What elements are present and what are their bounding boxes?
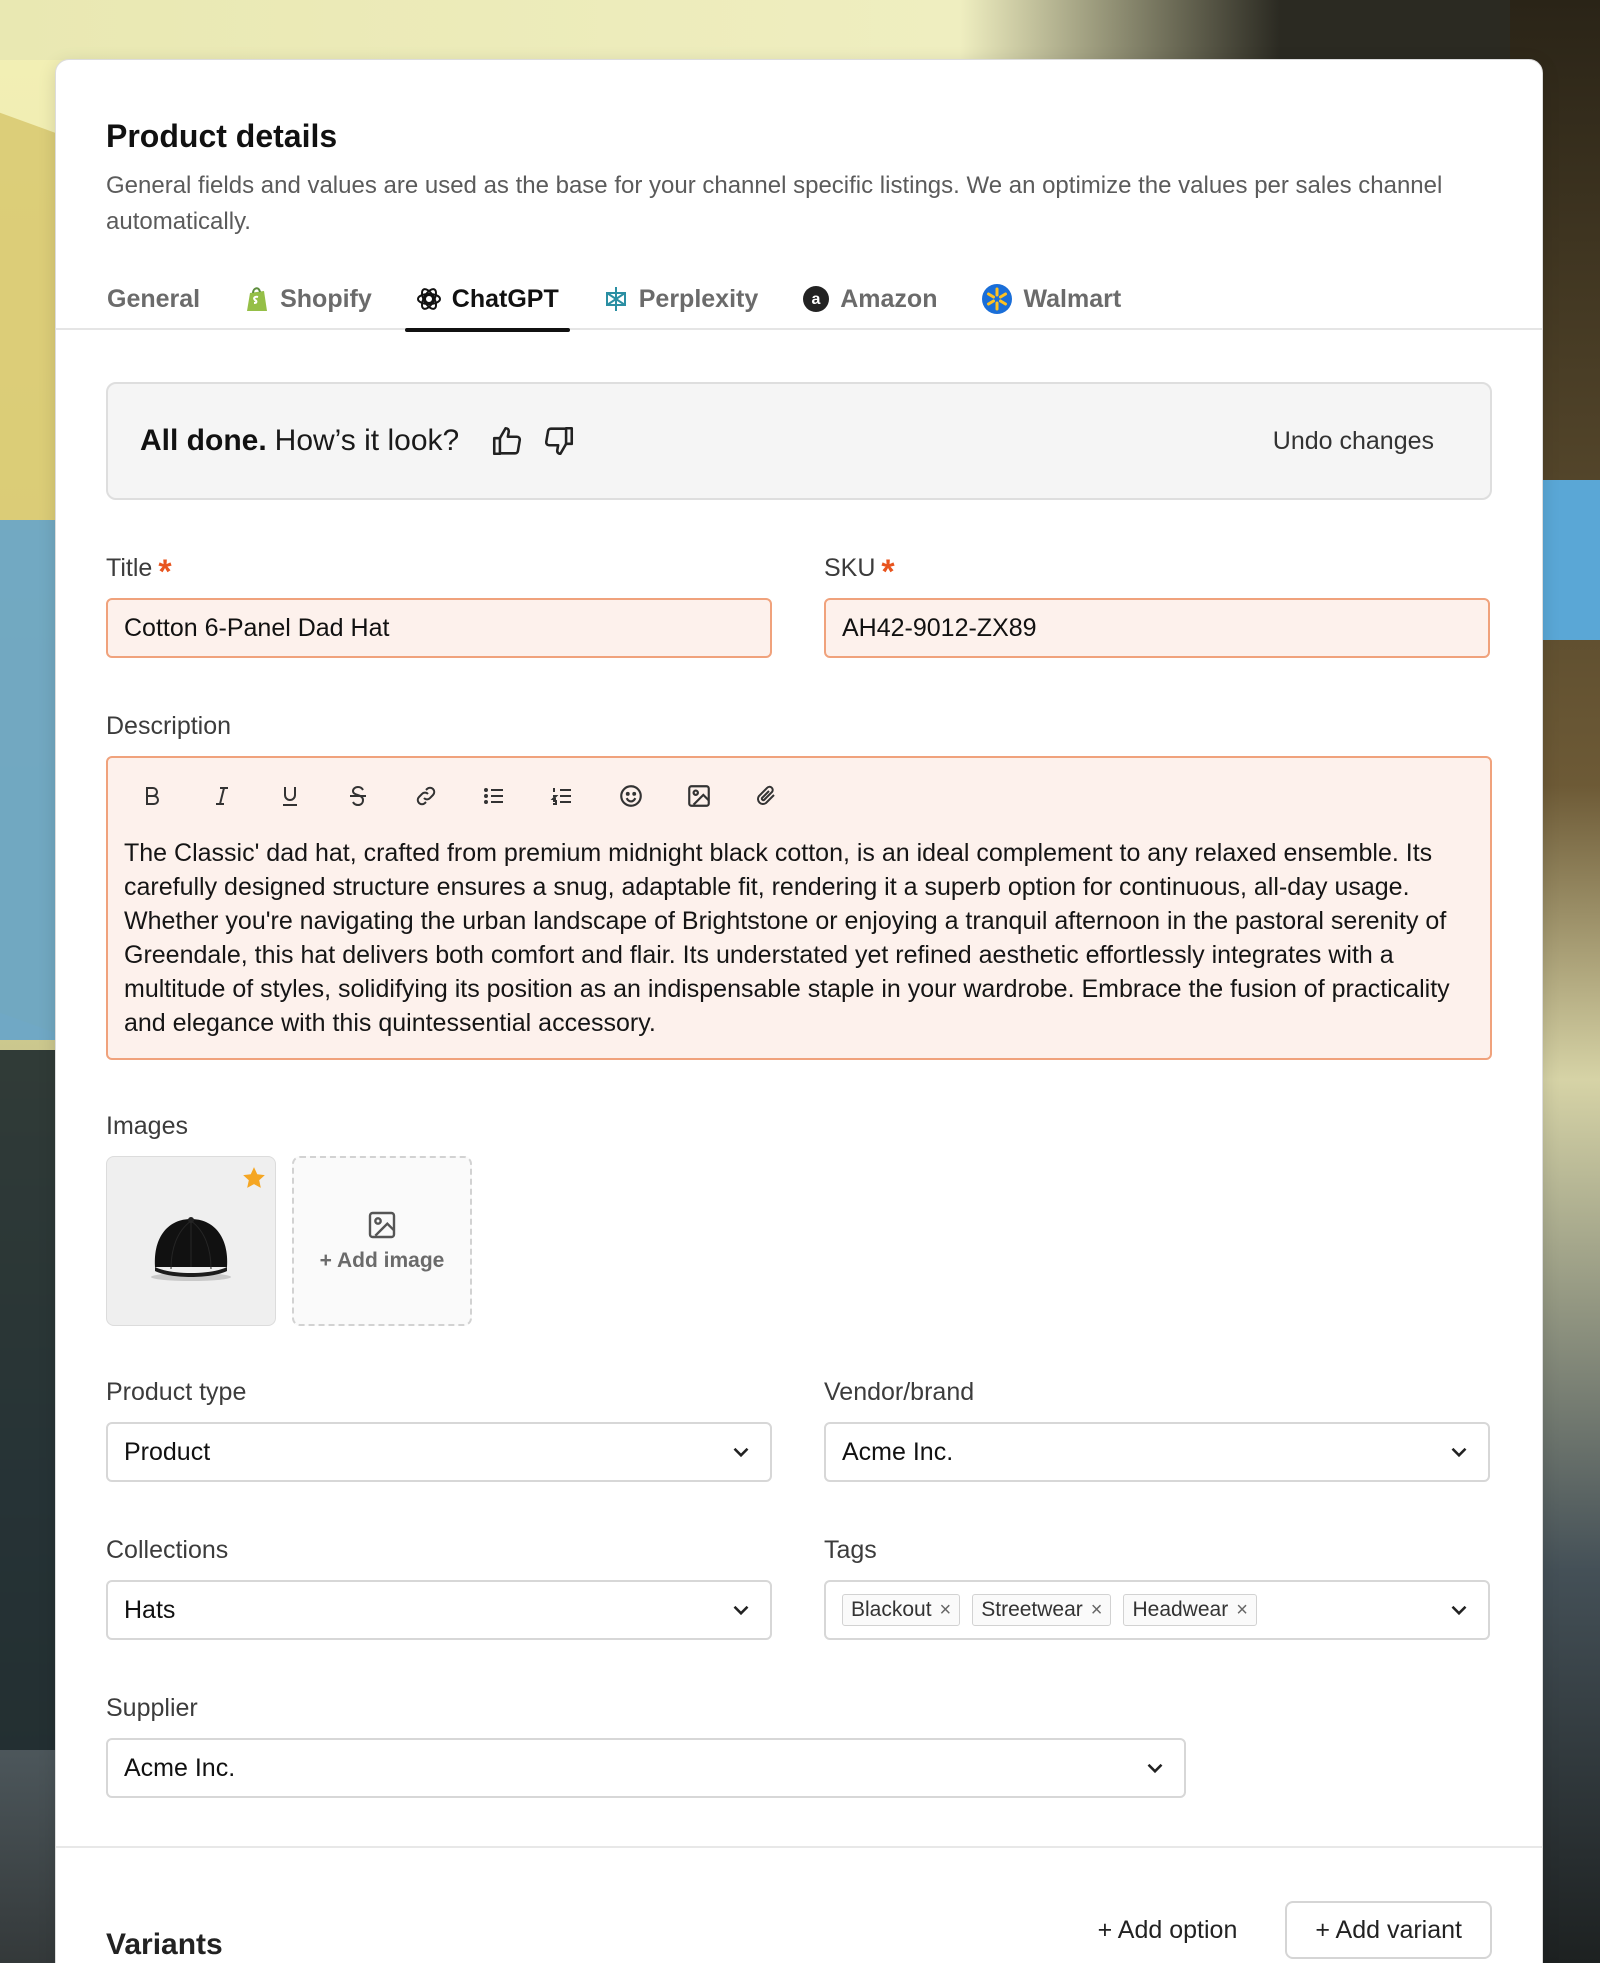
tags-select[interactable]: Blackout × Streetwear × Headwear × — [824, 1580, 1490, 1640]
title-field-group: Title * Cotton 6-Panel Dad Hat — [106, 552, 772, 658]
remove-tag-icon[interactable]: × — [1091, 1599, 1103, 1622]
tab-walmart[interactable]: Walmart — [970, 268, 1132, 330]
card-header: Product details General fields and value… — [56, 60, 1542, 240]
channel-tabs: General Shopify ChatGPT Perplexity a Ama… — [56, 268, 1542, 332]
perplexity-icon — [603, 285, 629, 313]
product-type-label: Product type — [106, 1378, 247, 1406]
sku-input[interactable]: AH42-9012-ZX89 — [824, 598, 1490, 658]
remove-tag-icon[interactable]: × — [940, 1599, 952, 1622]
images-field-group: Images + Add image — [106, 1110, 1492, 1326]
tab-chatgpt[interactable]: ChatGPT — [404, 268, 570, 332]
vendor-field-group: Vendor/brand Acme Inc. — [824, 1376, 1490, 1482]
tab-shopify[interactable]: Shopify — [233, 268, 383, 330]
tag-label: Headwear — [1132, 1598, 1229, 1621]
tag-chip: Blackout × — [842, 1594, 961, 1626]
description-editor[interactable]: The Classic' dad hat, crafted from premi… — [106, 756, 1492, 1060]
tags-field-group: Tags Blackout × Streetwear × Headwear × — [824, 1534, 1490, 1640]
chatgpt-icon — [416, 286, 442, 312]
description-text[interactable]: The Classic' dad hat, crafted from premi… — [124, 836, 1474, 1040]
thumbs-down-icon[interactable] — [539, 421, 579, 461]
strikethrough-icon[interactable] — [328, 774, 396, 818]
tab-label: Amazon — [840, 284, 938, 313]
svg-text:a: a — [812, 291, 821, 308]
tab-perplexity[interactable]: Perplexity — [592, 268, 770, 330]
sku-field-group: SKU * AH42-9012-ZX89 — [824, 552, 1490, 658]
italic-icon[interactable] — [192, 774, 260, 818]
vendor-label: Vendor/brand — [824, 1378, 975, 1406]
tab-label: Walmart — [1023, 284, 1122, 313]
undo-changes-button[interactable]: Undo changes — [1273, 427, 1434, 456]
bullet-list-icon[interactable] — [464, 774, 532, 818]
chevron-down-icon — [1147, 1763, 1163, 1774]
tag-chip: Streetwear × — [972, 1594, 1112, 1626]
supplier-label: Supplier — [106, 1694, 198, 1722]
tab-label: Perplexity — [638, 284, 759, 313]
add-image-label: + Add image — [319, 1249, 445, 1272]
amazon-icon: a — [802, 285, 830, 313]
collections-label: Collections — [106, 1536, 229, 1564]
underline-icon[interactable] — [260, 774, 328, 818]
product-type-field-group: Product type Product — [106, 1376, 772, 1482]
collections-field-group: Collections Hats — [106, 1534, 772, 1640]
tag-label: Streetwear — [981, 1598, 1083, 1621]
required-asterisk-icon: * — [881, 553, 895, 591]
title-input[interactable]: Cotton 6-Panel Dad Hat — [106, 598, 772, 658]
tab-amazon[interactable]: a Amazon — [791, 268, 948, 330]
supplier-select[interactable]: Acme Inc. — [106, 1738, 1186, 1798]
sku-label: SKU — [824, 554, 876, 582]
product-details-card: Product details General fields and value… — [55, 59, 1543, 1963]
variants-title: Variants — [106, 1928, 223, 1961]
vendor-value: Acme Inc. — [842, 1437, 954, 1466]
image-icon[interactable] — [668, 774, 736, 818]
product-image-thumbnail[interactable] — [106, 1156, 276, 1326]
variants-section: Variants + Add option + Add variant — [56, 1848, 1542, 1962]
banner-status: All done. — [140, 424, 267, 457]
star-icon — [243, 1167, 265, 1188]
add-variant-button[interactable]: + Add variant — [1285, 1901, 1492, 1959]
title-label: Title — [106, 554, 153, 582]
editor-toolbar — [124, 774, 1474, 818]
attachment-icon[interactable] — [736, 774, 804, 818]
chevron-down-icon — [1451, 1605, 1467, 1616]
black-cap-image — [151, 1217, 231, 1281]
chevron-down-icon — [1451, 1447, 1467, 1458]
supplier-field-group: Supplier Acme Inc. — [106, 1692, 1186, 1798]
numbered-list-icon[interactable] — [532, 774, 600, 818]
vendor-select[interactable]: Acme Inc. — [824, 1422, 1490, 1482]
description-label: Description — [106, 712, 232, 740]
ai-feedback-banner: All done. How’s it look? Undo changes — [106, 382, 1492, 500]
bold-icon[interactable] — [124, 774, 192, 818]
description-field-group: Description The Classic' dad hat, crafte… — [106, 710, 1492, 1060]
tags-label: Tags — [824, 1536, 877, 1564]
add-image-button[interactable]: + Add image — [292, 1156, 472, 1326]
images-label: Images — [106, 1112, 188, 1140]
product-type-select[interactable]: Product — [106, 1422, 772, 1482]
form-body: All done. How’s it look? Undo changes Ti… — [56, 330, 1542, 1798]
required-asterisk-icon: * — [158, 553, 172, 591]
banner-question: How’s it look? — [274, 424, 460, 457]
emoji-icon[interactable] — [600, 774, 668, 818]
collections-select[interactable]: Hats — [106, 1580, 772, 1640]
tab-label: ChatGPT — [451, 284, 559, 313]
tab-label: Shopify — [280, 284, 372, 313]
image-icon — [368, 1211, 396, 1239]
tab-label: General — [107, 284, 201, 313]
page-subtitle: General fields and values are used as th… — [106, 172, 1443, 235]
collections-value: Hats — [124, 1595, 176, 1624]
walmart-icon — [981, 283, 1013, 315]
shopify-icon — [244, 285, 270, 313]
link-icon[interactable] — [396, 774, 464, 818]
tag-label: Blackout — [851, 1598, 932, 1621]
remove-tag-icon[interactable]: × — [1236, 1599, 1248, 1622]
supplier-value: Acme Inc. — [124, 1753, 236, 1782]
product-type-value: Product — [124, 1437, 211, 1466]
add-option-button[interactable]: + Add option — [1098, 1916, 1238, 1945]
tab-general[interactable]: General — [96, 268, 211, 330]
chevron-down-icon — [733, 1605, 749, 1616]
page-title: Product details — [106, 118, 338, 154]
tag-chip: Headwear × — [1123, 1594, 1257, 1626]
chevron-down-icon — [733, 1447, 749, 1458]
thumbs-up-icon[interactable] — [487, 421, 527, 461]
